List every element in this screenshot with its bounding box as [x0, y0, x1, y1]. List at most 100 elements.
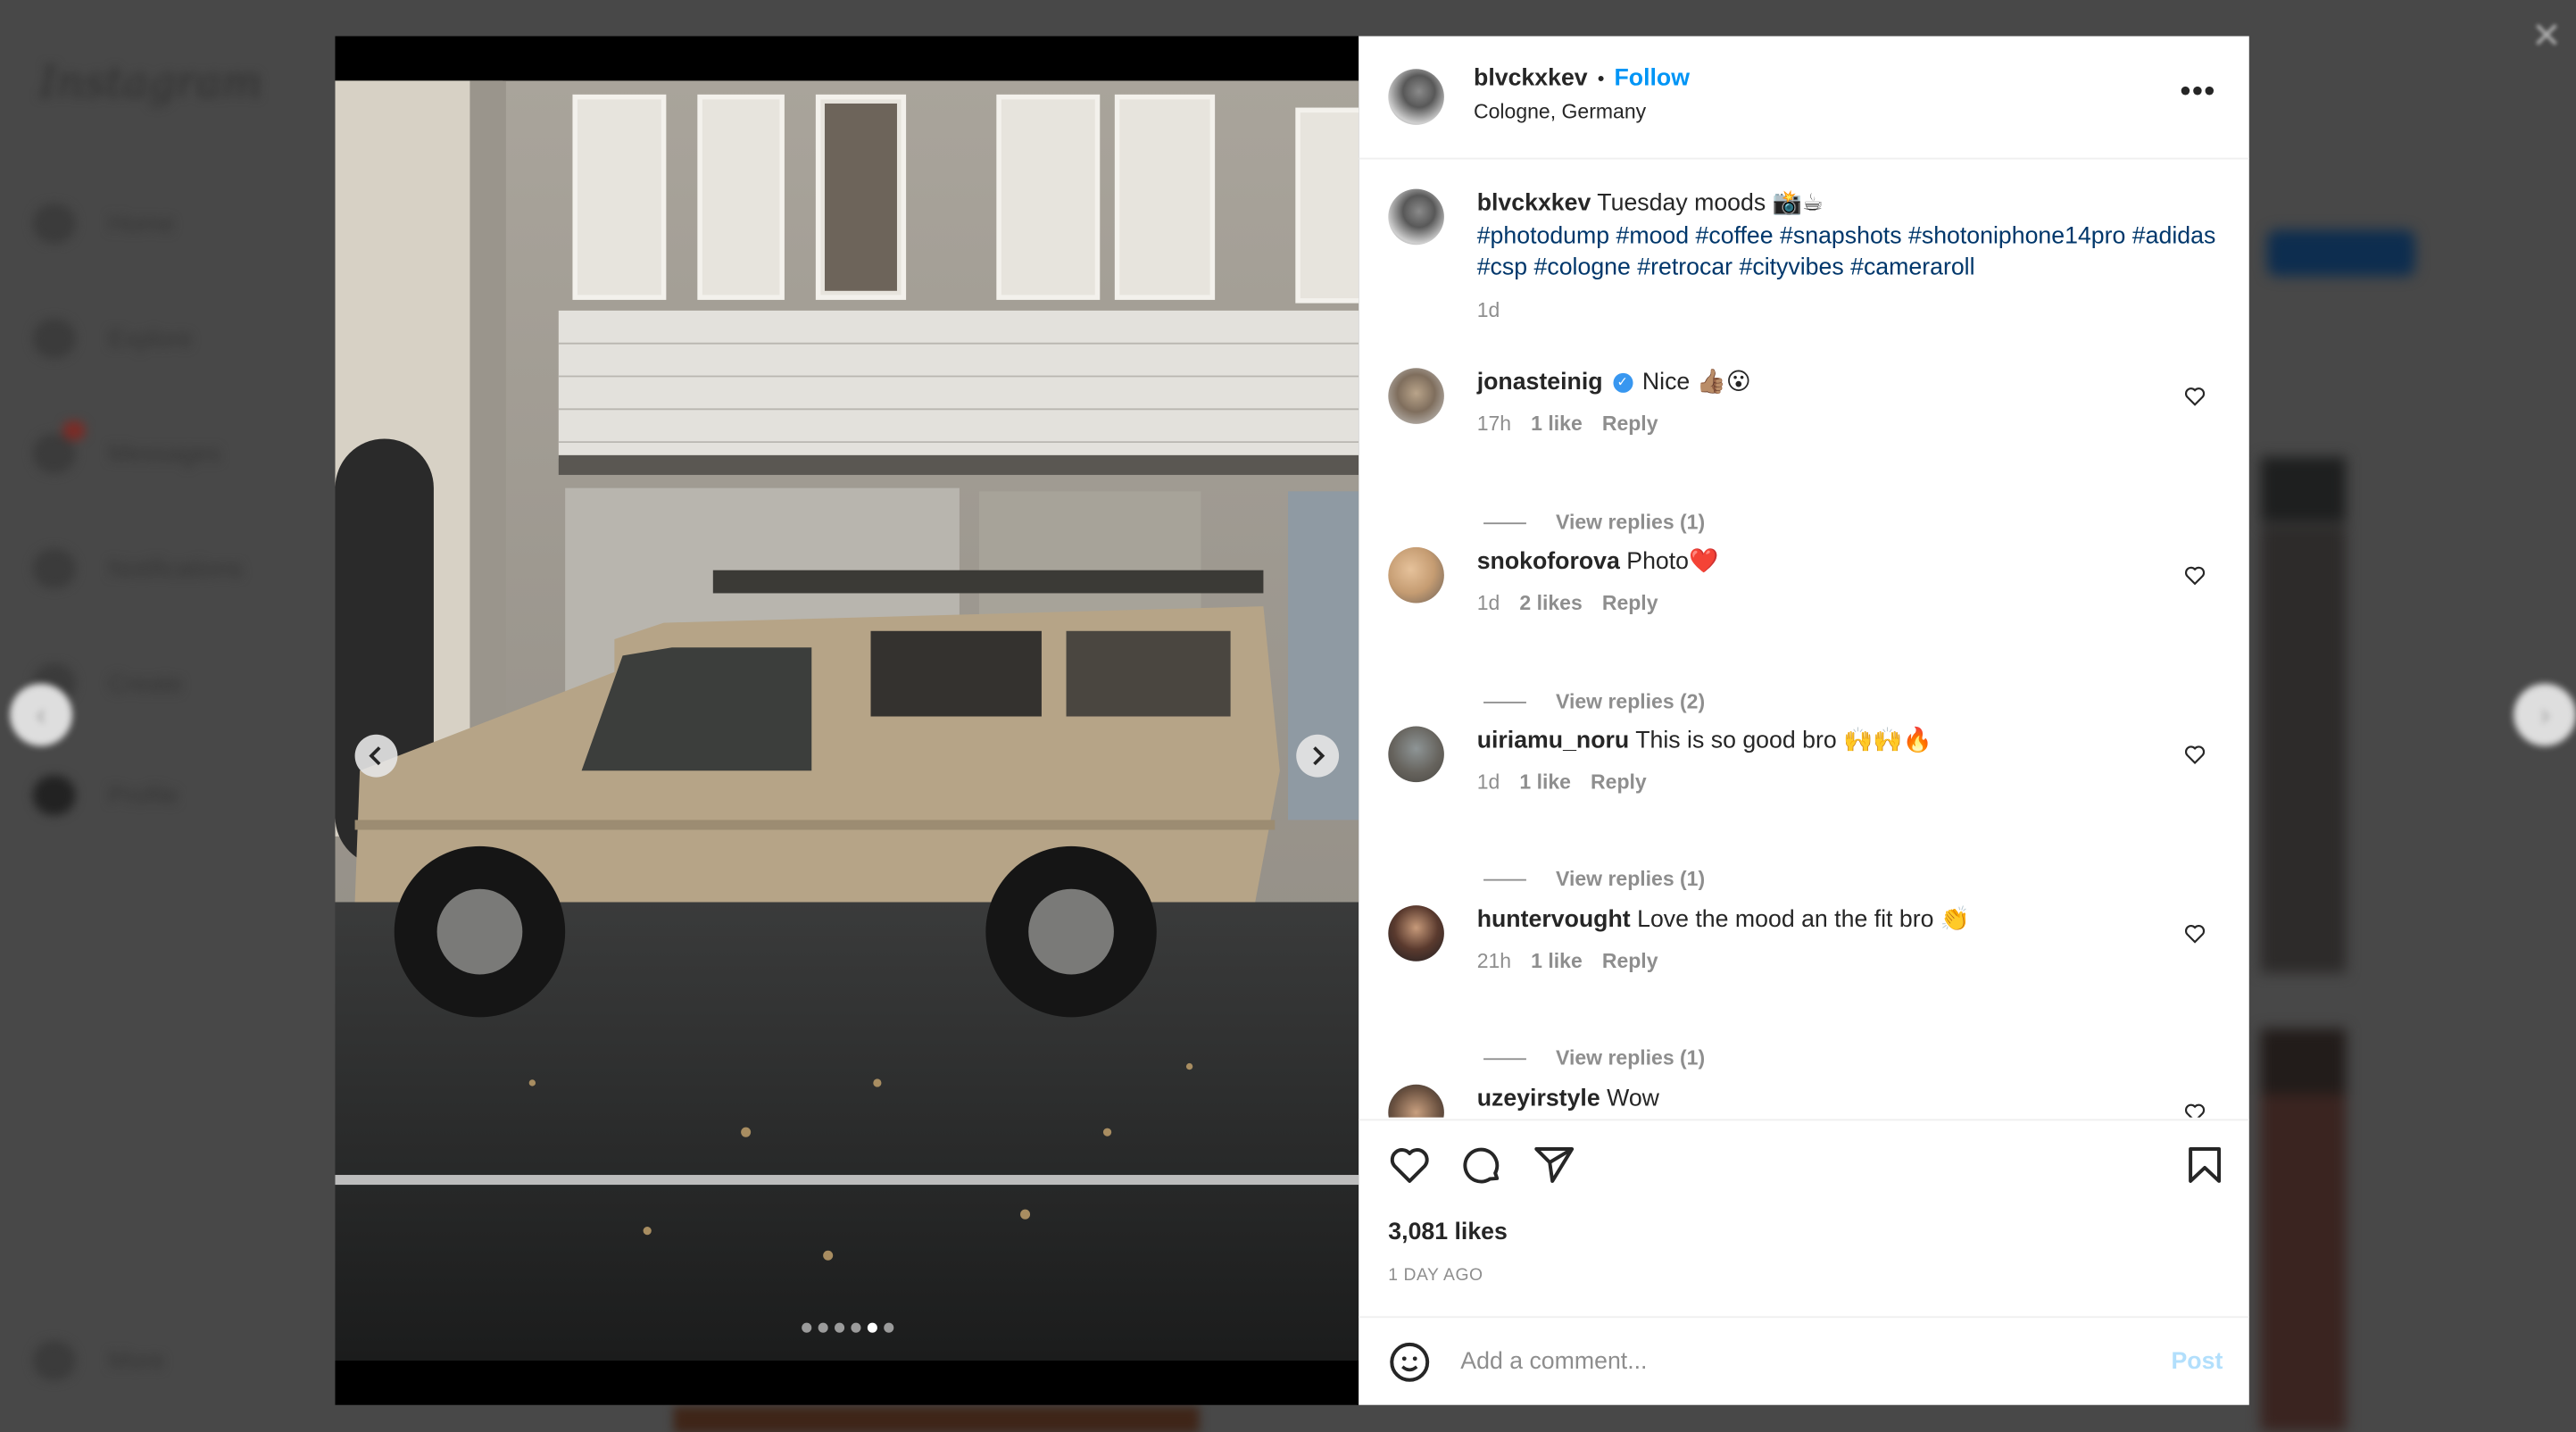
hashtag-link[interactable]: #mood — [1616, 222, 1690, 248]
carousel-dot — [850, 1322, 860, 1333]
view-replies-button[interactable]: View replies (1) — [1483, 1046, 1705, 1070]
comment-button[interactable] — [1460, 1144, 1503, 1186]
divider-line — [1483, 521, 1526, 524]
close-button[interactable]: ✕ — [2527, 17, 2566, 53]
background-button — [2267, 229, 2415, 277]
comment-like-button[interactable] — [2183, 1101, 2206, 1118]
comment-likes[interactable]: 1 like — [1531, 950, 1583, 973]
nav-notifications: Notifications — [32, 548, 243, 588]
verified-badge-icon: ✓ — [1612, 373, 1633, 394]
comment-like-button[interactable] — [2183, 922, 2206, 945]
hashtag-link[interactable]: #csp — [1477, 254, 1527, 280]
profile-icon — [32, 775, 76, 815]
view-replies-button[interactable]: View replies (1) — [1483, 868, 1705, 891]
reply-button[interactable]: Reply — [1591, 770, 1647, 794]
instagram-post-modal-screen: Instagram Home Explore Messages Notifica… — [0, 0, 2576, 1432]
chevron-right-icon: › — [2539, 697, 2550, 731]
comment-like-button[interactable] — [2183, 385, 2206, 408]
comments-list[interactable]: blvckxkev Tuesday moods 📸☕ #photodump #m… — [1359, 160, 2249, 1118]
view-replies-button[interactable]: View replies (2) — [1483, 690, 1705, 713]
post-media — [335, 36, 1359, 1405]
hashtag-link[interactable]: #shotoniphone14pro — [1908, 222, 2125, 248]
messages-icon — [32, 420, 86, 474]
author-avatar[interactable] — [1388, 69, 1444, 125]
comment-likes[interactable]: 2 likes — [1519, 592, 1582, 615]
comment-text: This is so good bro 🙌🙌🔥 — [1635, 728, 1932, 754]
hashtag-link[interactable]: #cologne — [1534, 254, 1631, 280]
post-header: blvckxkev • Follow Cologne, Germany ••• — [1359, 36, 2249, 160]
divider-line — [1483, 878, 1526, 880]
hashtag-link[interactable]: #retrocar — [1637, 254, 1733, 280]
commenter-avatar[interactable] — [1388, 726, 1444, 783]
commenter-avatar[interactable] — [1388, 905, 1444, 962]
hashtag-link[interactable]: #coffee — [1696, 222, 1774, 248]
comment-like-button[interactable] — [2183, 743, 2206, 766]
caption-text: Tuesday moods 📸☕ — [1597, 190, 1824, 217]
nav-profile: Profile — [32, 775, 179, 815]
reply-button[interactable]: Reply — [1602, 950, 1658, 973]
comment-input[interactable] — [1457, 1347, 2122, 1378]
divider-line — [1483, 701, 1526, 703]
hashtag-link[interactable]: #cityvibes — [1740, 254, 1844, 280]
previous-post-button[interactable]: ‹ — [10, 683, 72, 746]
commenter-avatar[interactable] — [1388, 546, 1444, 604]
comment-time: 21h — [1476, 949, 1512, 973]
next-post-button[interactable]: › — [2514, 683, 2576, 746]
carousel-dot — [883, 1322, 893, 1333]
save-button[interactable] — [2183, 1144, 2226, 1186]
comment: jonasteinig ✓ Nice 👍🏽😮 17h 1 like Reply — [1388, 368, 2219, 436]
background-thumbnail — [2260, 456, 2347, 523]
reply-button[interactable]: Reply — [1602, 412, 1658, 436]
comment-text: Wow — [1607, 1086, 1659, 1113]
comment-username[interactable]: jonasteinig — [1477, 370, 1603, 395]
view-replies-button[interactable]: View replies (1) — [1483, 511, 1705, 534]
hashtag-link[interactable]: #adidas — [2132, 222, 2215, 248]
comment-likes[interactable]: 1 like — [1531, 412, 1583, 436]
comment-likes[interactable]: 1 like — [1519, 770, 1571, 794]
post-comment-button[interactable]: Post — [2171, 1349, 2223, 1375]
comment-time: 1d — [1476, 591, 1500, 615]
hashtag-link[interactable]: #photodump — [1477, 222, 1609, 248]
like-button[interactable] — [1388, 1144, 1431, 1186]
share-button[interactable] — [1533, 1144, 1575, 1186]
follow-button[interactable]: Follow — [1614, 66, 1690, 92]
more-options-button[interactable]: ••• — [2181, 76, 2216, 105]
nav-messages: Messages — [32, 420, 221, 474]
location-link[interactable]: Cologne, Germany — [1474, 100, 1690, 123]
add-comment-bar: Post — [1359, 1316, 2249, 1406]
post-photo — [335, 80, 1359, 1361]
more-icon: ••• — [2180, 73, 2216, 107]
commenter-avatar[interactable] — [1388, 368, 1444, 424]
chevron-left-icon: ‹ — [36, 697, 46, 731]
comment-username[interactable]: huntervought — [1477, 907, 1631, 933]
comment: uiriamu_noru This is so good bro 🙌🙌🔥 1d 1… — [1388, 726, 2219, 794]
background-thumbnail — [2260, 525, 2347, 973]
comment-text: Photo❤️ — [1626, 548, 1719, 576]
comment: huntervought Love the mood an the fit br… — [1388, 905, 2219, 973]
emoji-button[interactable] — [1388, 1341, 1431, 1384]
commenter-avatar[interactable] — [1388, 1084, 1444, 1118]
carousel-dot — [817, 1322, 827, 1333]
caption-time: 1d — [1476, 298, 1500, 321]
nav-more: More — [32, 1340, 165, 1381]
hashtag-link[interactable]: #snapshots — [1780, 222, 1902, 248]
carousel-previous-button[interactable] — [354, 734, 398, 778]
comment-text: Nice 👍🏽😮 — [1641, 370, 1751, 396]
author-avatar[interactable] — [1388, 188, 1444, 246]
divider-line — [1483, 1057, 1526, 1060]
like-count[interactable]: 3,081 likes — [1388, 1220, 1508, 1245]
post-details-panel: blvckxkev • Follow Cologne, Germany ••• bl… — [1359, 36, 2249, 1406]
caption-username[interactable]: blvckxkev — [1477, 191, 1591, 217]
reply-button[interactable]: Reply — [1602, 592, 1658, 615]
comment-username[interactable]: uzeyirstyle — [1477, 1086, 1600, 1112]
hashtag-link[interactable]: #cameraroll — [1850, 254, 1974, 280]
carousel-next-button[interactable] — [1296, 734, 1340, 778]
comment-like-button[interactable] — [2183, 563, 2206, 587]
comment-username[interactable]: snokoforova — [1477, 549, 1620, 575]
background-strip — [673, 1406, 1200, 1432]
comment-time: 17h — [1476, 412, 1512, 436]
author-username[interactable]: blvckxkev — [1474, 66, 1588, 92]
comment-username[interactable]: uiriamu_noru — [1477, 728, 1630, 753]
post-actions: 3,081 likes 1 DAY AGO — [1359, 1119, 2249, 1318]
post-modal: blvckxkev • Follow Cologne, Germany ••• bl… — [335, 36, 2249, 1406]
